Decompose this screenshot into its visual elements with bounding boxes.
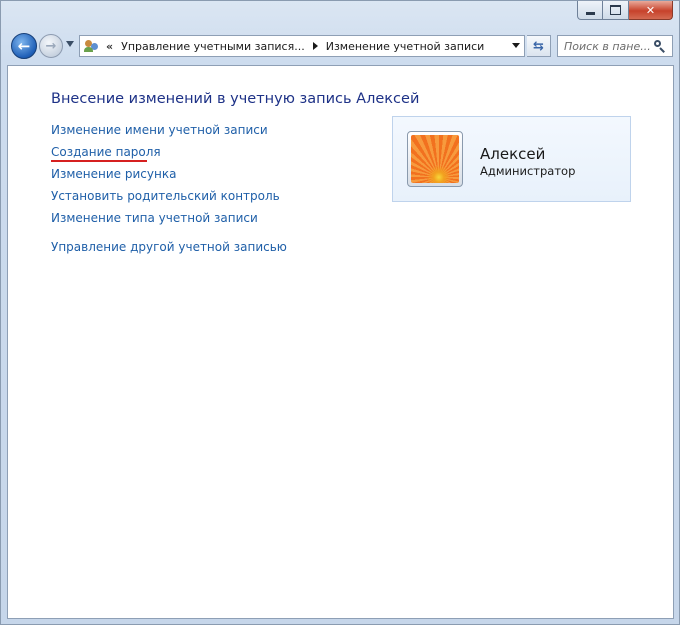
content-pane: Внесение изменений в учетную запись Алек…: [7, 65, 674, 619]
back-arrow-icon: ←: [17, 37, 31, 55]
task-create-password[interactable]: Создание пароля: [51, 145, 161, 159]
avatar-flower-image: [411, 135, 459, 183]
refresh-icon: ⇆: [533, 38, 544, 54]
user-accounts-icon: [84, 39, 100, 53]
breadcrumb-overflow[interactable]: «: [106, 40, 113, 53]
address-dropdown-icon[interactable]: [512, 43, 520, 48]
search-box: [557, 35, 673, 57]
account-role: Администратор: [480, 164, 576, 178]
control-panel-window: ✕ ← → « Управление учетными запися... Из…: [0, 0, 680, 625]
search-icon[interactable]: [654, 40, 666, 53]
forward-button[interactable]: →: [39, 34, 63, 58]
task-change-account-type[interactable]: Изменение типа учетной записи: [51, 211, 258, 225]
back-button[interactable]: ←: [11, 33, 37, 59]
minimize-icon: [585, 11, 595, 15]
account-tile: Алексей Администратор: [392, 116, 631, 202]
forward-arrow-icon: →: [45, 38, 57, 54]
minimize-button[interactable]: [577, 1, 603, 20]
account-name: Алексей: [480, 145, 546, 163]
page-title: Внесение изменений в учетную запись Алек…: [51, 91, 420, 107]
task-parental-controls[interactable]: Установить родительский контроль: [51, 189, 280, 203]
highlight-underline: [51, 160, 147, 162]
maximize-icon: [610, 5, 621, 15]
breadcrumb-separator-icon[interactable]: [312, 42, 318, 50]
close-icon: ✕: [645, 3, 656, 17]
task-change-account-name[interactable]: Изменение имени учетной записи: [51, 123, 268, 137]
maximize-button[interactable]: [603, 1, 629, 20]
address-bar[interactable]: « Управление учетными запися... Изменени…: [79, 35, 525, 57]
refresh-button[interactable]: ⇆: [527, 35, 551, 57]
breadcrumb-change-account[interactable]: Изменение учетной записи: [326, 40, 485, 53]
breadcrumb-user-accounts[interactable]: Управление учетными запися...: [121, 40, 305, 53]
avatar: [407, 131, 463, 187]
task-manage-another-account[interactable]: Управление другой учетной записью: [51, 240, 287, 254]
task-change-picture[interactable]: Изменение рисунка: [51, 167, 176, 181]
search-input[interactable]: [564, 39, 656, 53]
caption-buttons: ✕: [577, 1, 673, 21]
recent-pages-dropdown[interactable]: [66, 41, 74, 47]
close-button[interactable]: ✕: [629, 1, 673, 20]
